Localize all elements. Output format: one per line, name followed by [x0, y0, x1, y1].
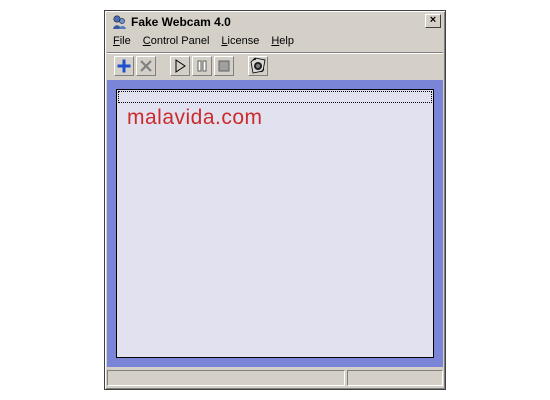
close-button[interactable]: × [425, 14, 441, 28]
status-bar [107, 369, 443, 387]
webcam-icon [250, 57, 266, 74]
remove-button[interactable] [136, 56, 156, 76]
focus-row[interactable] [118, 91, 432, 103]
pause-button[interactable] [192, 56, 212, 76]
menu-help[interactable]: Help [265, 32, 300, 50]
app-window: Fake Webcam 4.0 × File Control Panel Lic… [104, 10, 446, 390]
status-pane-left [107, 370, 345, 386]
menu-control-panel[interactable]: Control Panel [137, 32, 216, 50]
watermark: malavida.com [127, 106, 263, 129]
add-button[interactable] [114, 56, 134, 76]
webcam-button[interactable] [248, 56, 268, 76]
title-bar[interactable]: Fake Webcam 4.0 × [107, 13, 443, 31]
video-list-panel[interactable]: malavida.com [116, 89, 434, 358]
menu-file[interactable]: File [107, 32, 137, 50]
toolbar [107, 52, 443, 79]
play-button[interactable] [170, 56, 190, 76]
status-pane-right [347, 370, 443, 386]
stop-icon [218, 60, 230, 72]
add-icon [117, 59, 131, 73]
window-title: Fake Webcam 4.0 [131, 15, 231, 29]
stop-button[interactable] [214, 56, 234, 76]
pause-icon [197, 60, 207, 72]
close-icon: × [429, 14, 437, 26]
remove-icon [140, 60, 152, 72]
video-frame: malavida.com [107, 80, 443, 367]
menu-bar: File Control Panel License Help [107, 32, 443, 50]
menu-license[interactable]: License [215, 32, 265, 50]
play-icon [175, 59, 186, 73]
app-icon [113, 15, 126, 29]
